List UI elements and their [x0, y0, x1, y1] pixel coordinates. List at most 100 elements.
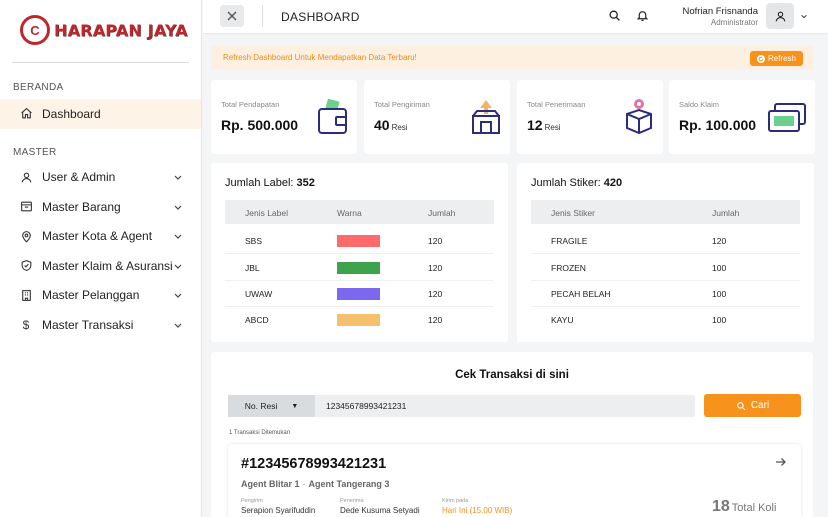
koli-count: 18 [712, 498, 730, 515]
chevron-down-icon [174, 323, 182, 328]
column-header: Warna [337, 208, 362, 218]
label-qty: 120 [428, 315, 443, 325]
stat-value: Rp. 500.000 [221, 117, 299, 133]
label-table-header: Jenis Label Warna Jumlah [225, 200, 494, 224]
close-sidebar-button[interactable] [220, 5, 244, 27]
sidebar-item-label: Master Pelanggan [42, 288, 140, 303]
package-pin-icon [626, 99, 652, 135]
sidebar-item-label: Master Kota & Agent [42, 229, 153, 244]
sidebar-item-label: Master Barang [42, 199, 121, 214]
label-name: ABCD [245, 315, 269, 325]
alert-text: Refresh Dashboard Untuk Mendapatkan Data… [223, 53, 417, 62]
refresh-alert: Refresh Dashboard Untuk Mendapatkan Data… [211, 46, 813, 70]
search-type-select[interactable]: No. Resi ▼ [228, 395, 315, 417]
chevron-down-icon [174, 264, 182, 269]
table-row: FRAGILE 120 [531, 228, 800, 254]
refresh-button-label: Refresh [767, 54, 796, 63]
departure-field: Kirim pada Hari Ini (15.00 WIB) [442, 498, 512, 515]
stat-value: 40 Resi [374, 117, 408, 133]
sidebar-item-label: User & Admin [42, 170, 116, 185]
color-swatch [337, 314, 380, 326]
sender-value: Serapion Syarifuddin [241, 506, 316, 515]
avatar[interactable] [766, 3, 794, 29]
route-separator: - [302, 479, 306, 489]
brand-name: HARAPAN JAYA [54, 20, 188, 40]
table-row: UWAW 120 [225, 281, 494, 307]
koli-total: 18 Total Koli [712, 498, 776, 516]
user-name: Nofrian Frisnanda [682, 6, 758, 17]
table-row: SBS 120 [225, 228, 494, 254]
field-label: Pengirim [241, 498, 263, 504]
table-row: PECAH BELAH 100 [531, 281, 800, 307]
sidebar-item-master-barang[interactable]: Master Barang [0, 192, 201, 222]
refresh-button[interactable]: Refresh [750, 51, 803, 66]
table-row: ABCD 120 [225, 307, 494, 333]
stat-value: Rp. 100.000 [679, 117, 757, 133]
route: Agent Blitar 1- Agent Tangerang 3 [241, 479, 389, 489]
transaction-check-panel: Cek Transaksi di sini No. Resi ▼ Cari 1 … [211, 352, 813, 517]
stat-label: Saldo Klaim [679, 100, 720, 109]
sticker-qty: 100 [712, 289, 727, 299]
sidebar-item-user-admin[interactable]: User & Admin [0, 163, 201, 193]
close-icon [227, 11, 237, 21]
search-input[interactable] [315, 395, 695, 417]
wallet-icon [318, 98, 347, 134]
topbar-divider [262, 5, 263, 27]
column-header: Jumlah [712, 208, 740, 218]
sticker-table-header: Jenis Stiker Jumlah [531, 200, 800, 224]
resi-number: #12345678993421231 [241, 456, 387, 472]
label-qty: 120 [428, 289, 443, 299]
transaction-check-title: Cek Transaksi di sini [455, 369, 569, 381]
color-swatch [337, 235, 380, 247]
page-title: DASHBOARD [281, 10, 360, 24]
caret-down-icon: ▼ [291, 402, 299, 410]
stat-card-pendapatan: Total Pendapatan Rp. 500.000 [211, 80, 357, 154]
transaction-result-card[interactable]: #12345678993421231 Agent Blitar 1- Agent … [228, 444, 801, 517]
sidebar-item-master-transaksi[interactable]: $ Master Transaksi [0, 310, 201, 340]
table-row: FROZEN 100 [531, 255, 800, 281]
user-role: Administrator [710, 18, 758, 27]
brand-mark-icon: C [20, 15, 50, 45]
sticker-panel: Jumlah Stiker: 420 Jenis Stiker Jumlah FR… [517, 163, 814, 342]
sticker-panel-title: Jumlah Stiker: 420 [531, 177, 623, 189]
brand-logo[interactable]: C HARAPAN JAYA [0, 0, 201, 60]
sticker-qty: 100 [712, 263, 727, 273]
sidebar: C HARAPAN JAYA BERANDA Dashboard MASTER … [0, 0, 202, 517]
search-type-value: No. Resi [244, 401, 278, 411]
stat-card-saldo-klaim: Saldo Klaim Rp. 100.000 [669, 80, 815, 154]
label-name: UWAW [245, 289, 273, 299]
chevron-down-icon [174, 234, 182, 240]
bell-icon[interactable] [636, 9, 649, 22]
money-icon [768, 103, 806, 132]
refresh-icon [756, 54, 765, 63]
chevron-down-icon [174, 293, 182, 299]
search-button[interactable]: Cari [704, 394, 801, 417]
receiver-field: Penerima Dede Kusuma Setyadi [340, 498, 420, 515]
sticker-name: PECAH BELAH [551, 289, 611, 299]
building-icon [19, 288, 33, 302]
sidebar-item-master-kota-agent[interactable]: Master Kota & Agent [0, 222, 201, 252]
stat-label: Total Pendapatan [221, 100, 280, 109]
stat-card-pengiriman: Total Pengiriman 40 Resi [364, 80, 510, 154]
chevron-down-icon[interactable] [800, 12, 808, 20]
label-name: JBL [245, 263, 260, 273]
delivery-box-icon [472, 100, 500, 134]
chevron-down-icon [174, 175, 182, 181]
box-icon [19, 200, 33, 214]
label-qty: 120 [428, 263, 443, 273]
label-panel: Jumlah Label: 352 Jenis Label Warna Jumla… [211, 163, 508, 342]
sidebar-item-dashboard[interactable]: Dashboard [0, 99, 201, 129]
dollar-icon: $ [22, 317, 30, 332]
color-swatch [337, 288, 380, 300]
sticker-name: KAYU [551, 315, 574, 325]
sidebar-item-master-pelanggan[interactable]: Master Pelanggan [0, 281, 201, 311]
search-icon[interactable] [608, 9, 621, 22]
sticker-qty: 120 [712, 236, 727, 246]
stat-label: Total Pengiriman [374, 100, 430, 109]
sidebar-item-master-klaim-asuransi[interactable]: Master Klaim & Asuransi [0, 251, 201, 281]
stat-card-penerimaan: Total Penerimaan 12 Resi [517, 80, 663, 154]
table-row: KAYU 100 [531, 307, 800, 333]
arrow-right-icon[interactable] [775, 456, 787, 468]
section-label-beranda: BERANDA [13, 82, 64, 93]
label-qty: 120 [428, 236, 443, 246]
